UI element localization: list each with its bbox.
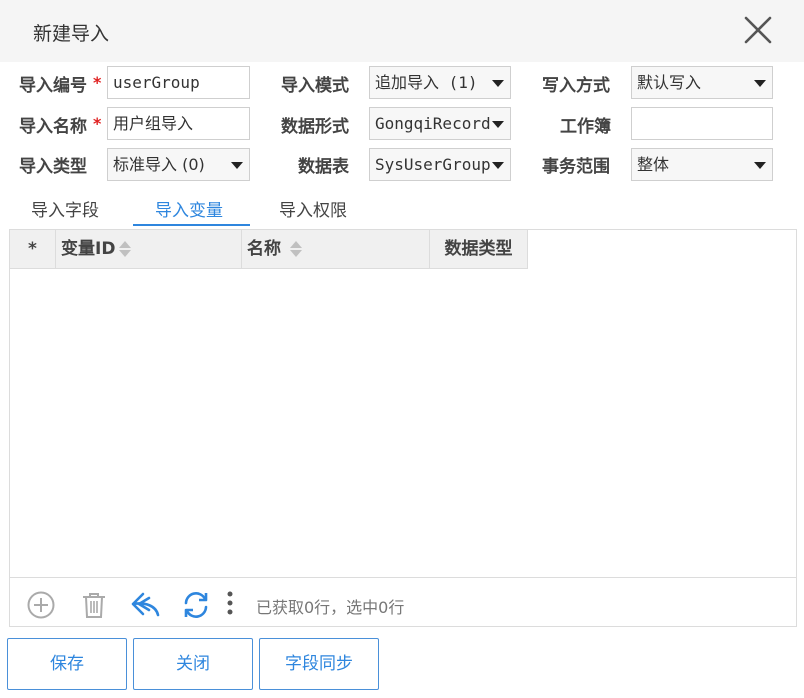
sort-icon[interactable] (289, 239, 303, 259)
tab-import-fields[interactable]: 导入字段 (31, 196, 99, 221)
grid-header-name[interactable]: 名称 (242, 230, 430, 268)
refresh-icon[interactable] (181, 590, 211, 620)
variables-grid: * 变量ID 名称 数据类型 已获取0行，选中0行 (9, 229, 797, 627)
active-tab-indicator (133, 224, 250, 226)
workbook-label: 工作簿 (560, 117, 611, 137)
grid-toolbar: 已获取0行，选中0行 (10, 577, 796, 626)
grid-header-data-type[interactable]: 数据类型 (430, 230, 528, 268)
import-code-field[interactable]: userGroup (107, 66, 250, 99)
undo-icon[interactable] (130, 590, 160, 620)
more-icon[interactable] (222, 590, 238, 620)
write-method-value: 默认写入 (637, 73, 702, 92)
add-icon[interactable] (26, 590, 56, 620)
import-mode-select[interactable]: 追加导入 (1) (369, 66, 511, 99)
import-name-label: 导入名称 (19, 117, 87, 137)
chevron-down-icon (231, 162, 243, 169)
import-mode-label: 导入模式 (281, 76, 349, 96)
data-table-value: SysUserGroup (375, 155, 491, 174)
chevron-down-icon (754, 80, 766, 87)
grid-header-variable-id-label: 变量ID (61, 239, 116, 259)
grid-header-name-label: 名称 (247, 239, 281, 259)
field-sync-button[interactable]: 字段同步 (259, 638, 379, 690)
chevron-down-icon (492, 121, 504, 128)
workbook-field[interactable] (631, 107, 773, 140)
import-type-value: 标准导入 (0) (113, 155, 205, 174)
write-method-select[interactable]: 默认写入 (631, 66, 773, 99)
tab-import-variables[interactable]: 导入变量 (155, 196, 223, 221)
import-name-field[interactable]: 用户组导入 (107, 107, 250, 140)
transaction-scope-label: 事务范围 (542, 157, 610, 177)
data-table-label: 数据表 (298, 157, 349, 177)
grid-header: * 变量ID 名称 数据类型 (10, 230, 528, 269)
grid-status-text: 已获取0行，选中0行 (256, 598, 405, 617)
dialog-title: 新建导入 (33, 23, 110, 45)
grid-header-variable-id[interactable]: 变量ID (56, 230, 242, 268)
transaction-scope-value: 整体 (637, 155, 670, 174)
dialog-titlebar: 新建导入 (0, 0, 804, 62)
close-button[interactable]: 关闭 (133, 638, 253, 690)
import-type-select[interactable]: 标准导入 (0) (107, 148, 250, 181)
data-format-value: GongqiRecord (375, 114, 491, 133)
write-method-label: 写入方式 (542, 76, 610, 96)
data-format-label: 数据形式 (281, 117, 349, 137)
chevron-down-icon (492, 80, 504, 87)
transaction-scope-select[interactable]: 整体 (631, 148, 773, 181)
required-mark: * (93, 114, 102, 133)
import-code-label: 导入编号 (19, 76, 87, 96)
data-table-select[interactable]: SysUserGroup (369, 148, 511, 181)
import-mode-value: 追加导入 (1) (375, 73, 478, 92)
import-type-label: 导入类型 (19, 157, 87, 177)
sort-icon[interactable] (118, 239, 132, 259)
chevron-down-icon (492, 162, 504, 169)
delete-icon[interactable] (79, 590, 109, 620)
grid-header-select[interactable]: * (10, 230, 56, 268)
close-icon[interactable] (742, 14, 774, 46)
chevron-down-icon (754, 162, 766, 169)
import-dialog: 新建导入 导入编号 * userGroup 导入模式 追加导入 (1) 写入方式… (0, 0, 804, 698)
tab-import-permissions[interactable]: 导入权限 (279, 196, 347, 221)
required-mark: * (93, 73, 102, 92)
data-format-select[interactable]: GongqiRecord (369, 107, 511, 140)
save-button[interactable]: 保存 (7, 638, 127, 690)
